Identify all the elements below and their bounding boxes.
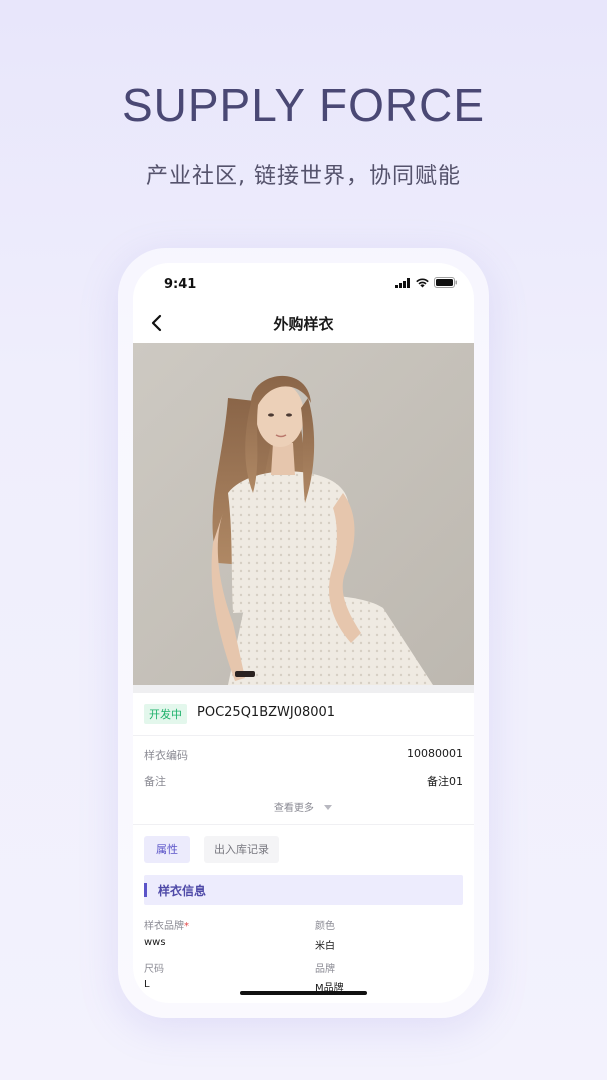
sample-code: POC25Q1BZWJ08001 — [197, 705, 336, 720]
status-bar: 9:41 — [133, 263, 474, 307]
view-more-label: 查看更多 — [273, 803, 314, 814]
info-label: 备注 — [144, 775, 166, 788]
field-value: L — [144, 979, 150, 990]
info-row-remark: 备注 备注01 — [144, 773, 463, 791]
hero-title: SUPPLY FORCE — [121, 79, 486, 131]
wifi-icon — [416, 278, 429, 288]
field-label: 品牌 — [315, 964, 335, 975]
field-label: 尺码 — [144, 964, 164, 975]
product-photo — [133, 343, 474, 685]
field-label: 颜色 — [315, 921, 335, 932]
battery-icon — [434, 277, 457, 288]
caret-down-icon — [324, 805, 333, 810]
tab-stock-records[interactable]: 出入库记录 — [204, 836, 279, 863]
nav-bar: 外购样衣 — [133, 307, 474, 343]
info-value: 备注01 — [427, 775, 463, 788]
home-indicator — [240, 991, 367, 995]
section-title: 样衣信息 — [158, 884, 207, 898]
view-more-button[interactable]: 查看更多 — [133, 799, 474, 814]
divider — [133, 824, 474, 825]
info-value: 10080001 — [407, 747, 463, 760]
info-row-sample-number: 样衣编码 10080001 — [144, 747, 463, 765]
signal-icon — [395, 277, 410, 288]
status-icons — [395, 277, 458, 288]
field-value: 米白 — [315, 941, 335, 952]
required-mark: * — [184, 921, 189, 932]
page-title: 外购样衣 — [273, 315, 334, 333]
code-row: 开发中 POC25Q1BZWJ08001 — [133, 693, 474, 736]
hero-subtitle: 产业社区, 链接世界，协同赋能 — [146, 164, 461, 189]
status-badge: 开发中 — [144, 704, 187, 724]
image-bottom-strip — [133, 685, 474, 693]
tab-attributes[interactable]: 属性 — [144, 836, 190, 863]
status-time: 9:41 — [164, 277, 197, 292]
phone-screen: 9:41 外购样衣 开发中 POC25Q1BZWJ08001 样衣编码 1008… — [133, 263, 474, 1003]
section-accent-bar — [144, 883, 147, 897]
section-header: 样衣信息 — [144, 875, 463, 905]
field-label-text: 样衣品牌 — [144, 921, 184, 932]
info-label: 样衣编码 — [144, 749, 188, 762]
field-label: 样衣品牌* — [144, 917, 189, 932]
field-value: wws — [144, 937, 166, 948]
